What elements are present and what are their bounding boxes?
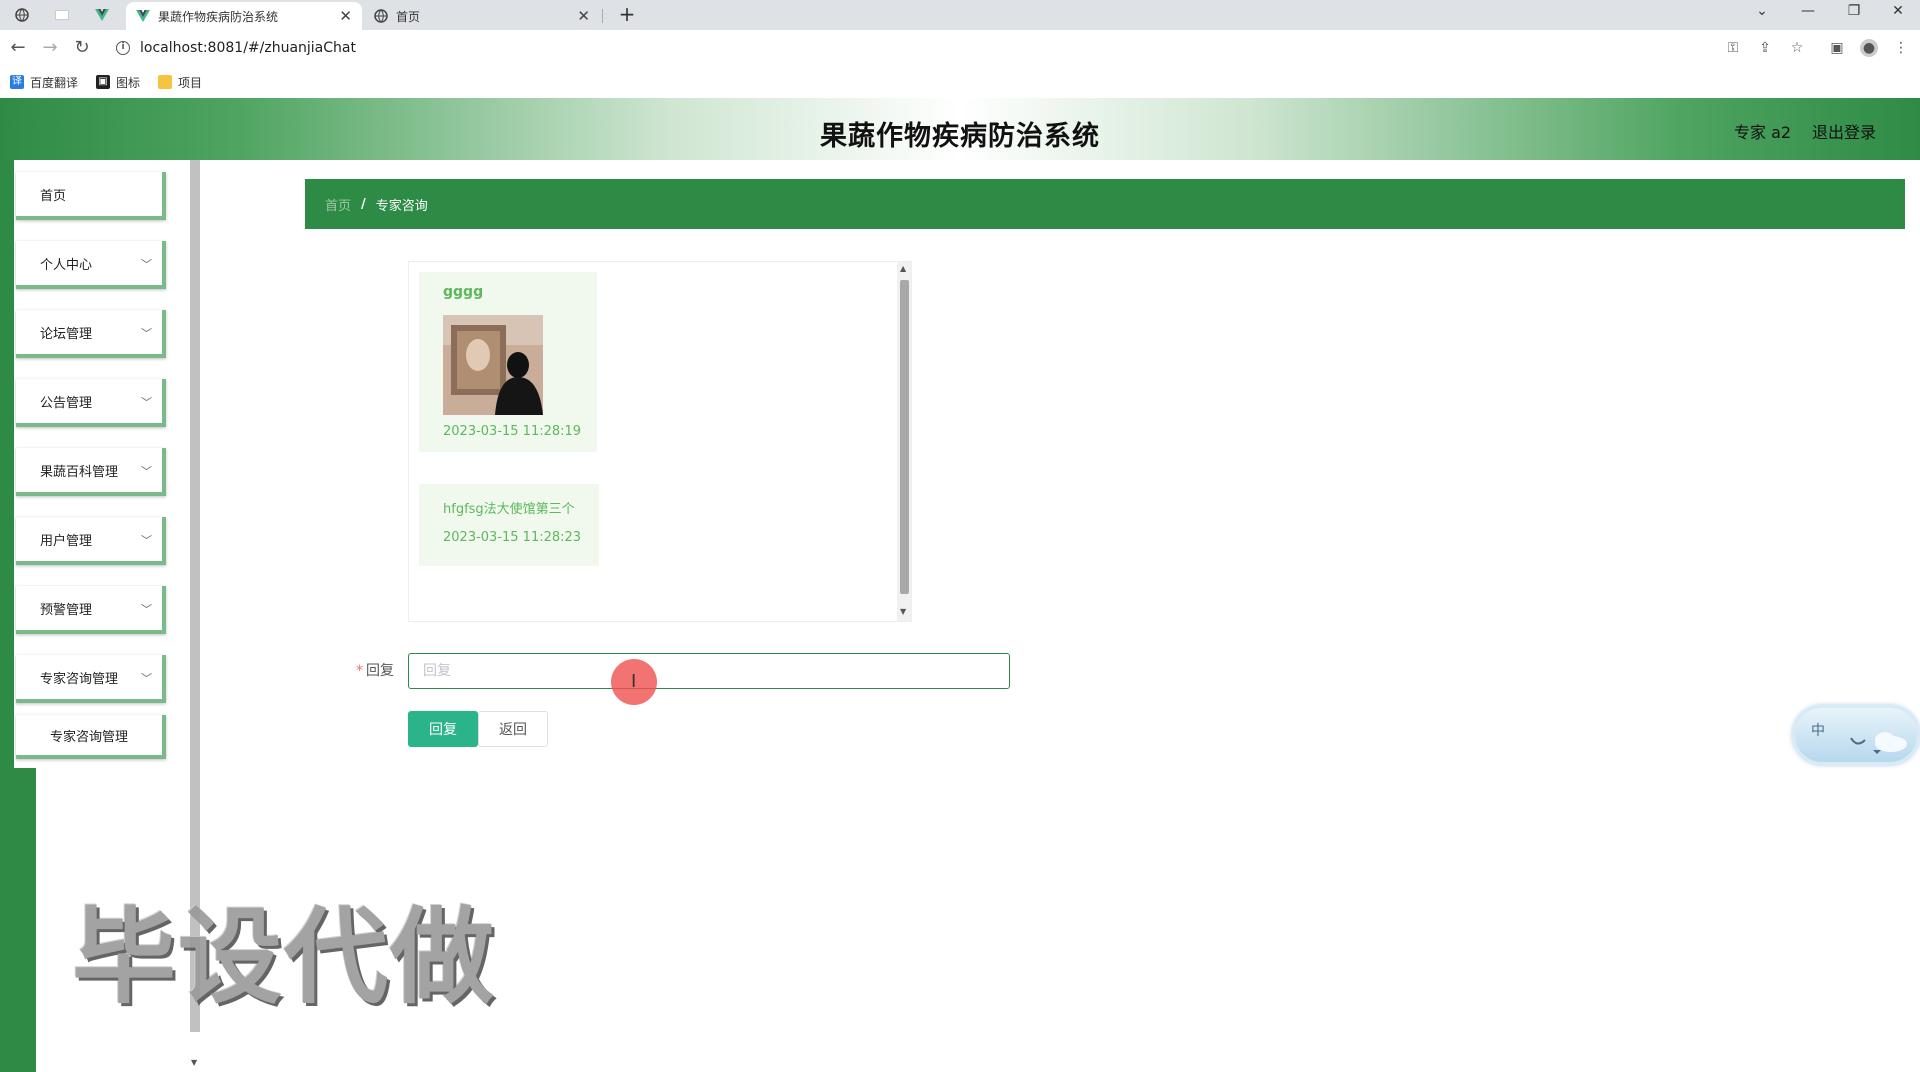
sidebar-item-label: 首页 [40, 188, 67, 204]
submenu-item-label: 专家咨询管理 [49, 729, 128, 745]
sidebar-item-home[interactable]: 首页 [16, 172, 166, 220]
forward-icon[interactable]: → [38, 36, 62, 60]
tab-blank-icon[interactable] [50, 4, 74, 26]
tab-globe-icon[interactable] [10, 4, 34, 26]
url-field[interactable]: i localhost:8081/#/zhuanjiaChat [106, 34, 1756, 62]
tab-close-icon[interactable]: ✕ [339, 7, 352, 25]
reply-label-text: 回复 [366, 663, 394, 679]
breadcrumb-separator: / [361, 196, 366, 212]
reload-icon[interactable]: ↻ [70, 36, 94, 60]
reply-input[interactable] [408, 653, 1010, 689]
minimize-button[interactable]: — [1786, 0, 1830, 26]
chevron-down-icon: ﹀ [141, 258, 152, 271]
widget-label: 中 [1811, 723, 1825, 739]
sidebar-item-label: 用户管理 [40, 533, 93, 549]
sidebar-item-expert-consult[interactable]: 专家咨询管理 ﹀ [16, 655, 166, 703]
chevron-down-icon: ﹀ [141, 603, 152, 616]
sidepanel-icon[interactable]: ▣ [1828, 39, 1846, 57]
chevron-down-icon: ﹀ [141, 396, 152, 409]
vue-logo-icon [136, 10, 150, 22]
message-sender: gggg [443, 284, 484, 300]
reply-label: * 回复 [356, 660, 394, 680]
url-text: localhost:8081/#/zhuanjiaChat [140, 40, 356, 56]
close-window-button[interactable]: ✕ [1876, 0, 1920, 26]
sidebar-item-users[interactable]: 用户管理 ﹀ [16, 517, 166, 565]
scroll-down-icon[interactable]: ▼ [900, 607, 906, 616]
menu-dots-icon[interactable]: ⋮ [1892, 39, 1910, 57]
tab-close-icon[interactable]: ✕ [577, 7, 590, 25]
image-icon: ▣ [96, 75, 111, 89]
submenu-item-expert-consult[interactable]: 专家咨询管理 [16, 715, 166, 759]
folder-icon [158, 75, 173, 89]
floating-ime-widget[interactable]: 中 [1792, 705, 1920, 765]
chat-message: gggg 2023-03-15 11:28:19 [419, 272, 597, 452]
chat-scrollbar[interactable]: ▲ ▼ [897, 262, 911, 621]
sidebar-item-warning[interactable]: 预警管理 ﹀ [16, 586, 166, 634]
bookmark-label: 图标 [116, 75, 141, 90]
breadcrumb-home[interactable]: 首页 [325, 195, 351, 214]
chevron-down-icon: ﹀ [141, 534, 152, 547]
sidebar-item-notice[interactable]: 公告管理 ﹀ [16, 379, 166, 427]
logout-button[interactable]: 退出登录 [1812, 119, 1876, 143]
chevron-down-icon: ﹀ [141, 672, 152, 685]
scroll-up-icon[interactable]: ▲ [900, 264, 906, 273]
watermark-text: 毕设代做 [72, 896, 497, 1018]
back-icon[interactable]: ← [6, 36, 30, 60]
moon-cloud-icon [1850, 732, 1907, 754]
sidebar-item-label: 公告管理 [40, 395, 93, 411]
bookmark-icons[interactable]: ▣ 图标 [96, 74, 140, 91]
tab-second[interactable]: 首页 ✕ [364, 2, 600, 30]
address-bar: ← → ↻ i localhost:8081/#/zhuanjiaChat ⚿ … [0, 30, 1920, 66]
text-cursor-icon: I [631, 671, 637, 692]
tab-active[interactable]: 果蔬作物疾病防治系统 ✕ [126, 2, 362, 30]
message-image[interactable] [443, 315, 543, 415]
info-icon[interactable]: i [116, 41, 130, 55]
chat-scroll-thumb[interactable] [900, 280, 909, 594]
breadcrumb: 首页 / 专家咨询 [305, 179, 1905, 229]
bookmark-label: 百度翻译 [30, 75, 79, 90]
bookmark-baidu-translate[interactable]: 译 百度翻译 [10, 74, 78, 91]
current-user: 专家 a2 [1734, 123, 1792, 142]
new-tab-button[interactable]: + [614, 2, 640, 28]
tab-title: 首页 [396, 9, 421, 24]
reply-button[interactable]: 回复 [408, 711, 478, 747]
sidebar-item-forum[interactable]: 论坛管理 ﹀ [16, 310, 166, 358]
sidebar-item-label: 预警管理 [40, 602, 93, 618]
sidebar-item-encyclopedia[interactable]: 果蔬百科管理 ﹀ [16, 448, 166, 496]
message-time: 2023-03-15 11:28:19 [443, 424, 582, 439]
chevron-down-icon: ﹀ [141, 327, 152, 340]
bookmark-label: 项目 [178, 75, 203, 90]
translate-icon: 译 [10, 75, 24, 89]
profile-icon[interactable]: ● [1860, 39, 1878, 57]
scroll-down-icon[interactable]: ▼ [191, 1058, 197, 1067]
chevron-down-icon: ﹀ [141, 465, 152, 478]
sidebar-item-personal-center[interactable]: 个人中心 ﹀ [16, 241, 166, 289]
sidebar-item-label: 个人中心 [40, 257, 93, 273]
tab-separator [602, 9, 603, 23]
restore-button[interactable]: ❐ [1832, 0, 1876, 26]
bookmarks-bar: 译 百度翻译 ▣ 图标 项目 [0, 66, 1920, 98]
chat-history[interactable]: gggg 2023-03-15 11:28:19 hfgfsg法大使馆第三个 2… [408, 261, 912, 622]
key-icon[interactable]: ⚿ [1724, 39, 1742, 57]
sidebar-item-label: 果蔬百科管理 [40, 464, 119, 480]
back-button[interactable]: 返回 [478, 711, 548, 747]
breadcrumb-current: 专家咨询 [375, 198, 428, 214]
message-time: 2023-03-15 11:28:23 [443, 530, 582, 545]
tab-search-icon[interactable]: ⌄ [1740, 0, 1784, 26]
globe-icon [374, 9, 388, 23]
sidebar-item-label: 专家咨询管理 [40, 671, 119, 687]
sidebar-item-label: 论坛管理 [40, 326, 93, 342]
app-title: 果蔬作物疾病防治系统 [820, 121, 1100, 152]
chat-message: hfgfsg法大使馆第三个 2023-03-15 11:28:23 [419, 484, 599, 566]
share-icon[interactable]: ⇪ [1756, 39, 1774, 57]
app-header: 果蔬作物疾病防治系统 专家 a2 退出登录 [0, 98, 1920, 160]
tab-title: 果蔬作物疾病防治系统 [158, 9, 279, 24]
tab-vue-icon[interactable] [90, 4, 114, 26]
required-mark: * [356, 663, 363, 679]
browser-tab-bar: 果蔬作物疾病防治系统 ✕ 首页 ✕ + ⌄ — ❐ ✕ [0, 0, 1920, 30]
message-text: hfgfsg法大使馆第三个 [443, 502, 575, 517]
bookmark-project[interactable]: 项目 [158, 74, 202, 91]
star-icon[interactable]: ☆ [1788, 39, 1806, 57]
